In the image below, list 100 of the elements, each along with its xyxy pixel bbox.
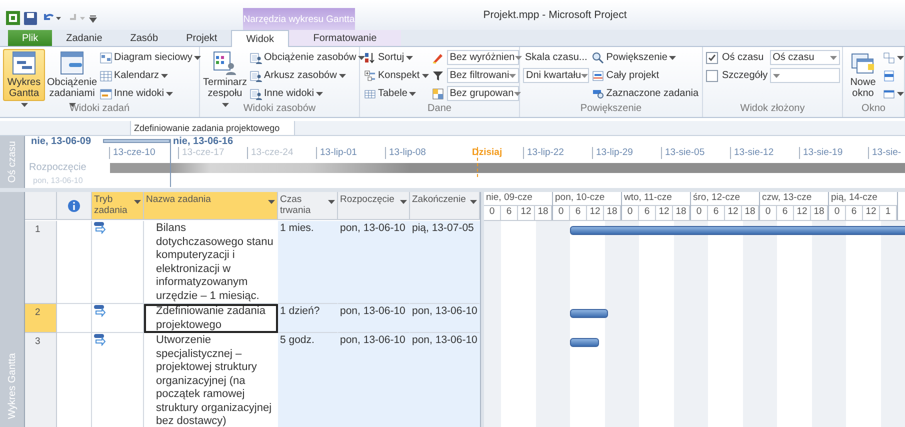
caret-icon <box>400 200 407 204</box>
column-header[interactable]: Czas trwania <box>278 192 338 220</box>
field-label: Skala czasu... <box>524 51 588 65</box>
fit-project-icon <box>592 70 604 82</box>
dropdown-field[interactable]: Dni kwartału <box>523 68 589 83</box>
check-icon <box>708 54 716 62</box>
split-window-icon <box>883 70 895 82</box>
ribbon-button[interactable]: Powiększenie <box>591 49 700 66</box>
info-icon <box>68 200 80 212</box>
table-icon <box>100 88 112 100</box>
ribbon-button[interactable]: Cały projekt <box>591 67 700 84</box>
hour-header: 18 <box>811 206 828 220</box>
gantt-chart-icon <box>12 51 36 75</box>
row-number[interactable]: 2 <box>25 304 57 333</box>
column-header[interactable]: Nazwa zadania <box>144 192 278 220</box>
checkbox[interactable]: Szczegóły <box>706 67 768 84</box>
dropdown-field[interactable]: Bez wyróżnien <box>446 50 519 65</box>
sort-icon <box>364 52 376 64</box>
start-label: Rozpoczęcie <box>29 162 86 173</box>
ribbon-tab[interactable]: Zasób <box>116 30 172 46</box>
ribbon-button[interactable]: Zaznaczone zadania <box>591 85 700 102</box>
task-name-cell: Bilans dotychczasowego stanu komputeryzacji i elektronizacji w informatyzowanym urzędzie – 1 miesiąc. <box>144 221 278 304</box>
caret-icon <box>772 74 780 78</box>
group-icon <box>432 88 444 100</box>
hour-header: 18 <box>742 206 759 220</box>
hour-header: 1 <box>880 206 897 220</box>
hour-header: 18 <box>604 206 621 220</box>
timeline-tick: 13-lip-01 <box>316 147 385 159</box>
row-number[interactable]: 3 <box>25 333 57 427</box>
timeline-tick: 13-sie-19 <box>799 147 868 159</box>
table-chart-icon <box>60 51 84 75</box>
ribbon-button[interactable]: Inne widoki <box>99 85 202 102</box>
group-label: Dane <box>428 103 452 116</box>
ribbon-tab[interactable]: Widok <box>231 30 289 47</box>
hour-header: 12 <box>518 206 535 220</box>
view-button[interactable]: Obciążenie zadaniami <box>47 49 97 101</box>
column-header[interactable]: Tryb zadania <box>92 192 144 220</box>
window-title: Projekt.mpp - Microsoft Project <box>482 8 628 23</box>
caret-icon <box>581 74 588 78</box>
column-header[interactable] <box>57 192 92 220</box>
person-sheet-icon <box>250 52 262 64</box>
hour-header: 0 <box>553 206 570 220</box>
gantt-bar[interactable] <box>570 309 608 318</box>
timeline-range-handle[interactable] <box>103 139 170 143</box>
person-sheet-icon <box>250 88 262 100</box>
dropdown-field[interactable]: Bez filtrowani <box>446 68 519 83</box>
day-header: śro, 12-cze <box>691 192 759 206</box>
ribbon-tab[interactable]: Projekt <box>172 30 232 46</box>
group-label: Powiększenie <box>580 103 642 116</box>
view-button[interactable]: Nowe okno <box>846 49 880 101</box>
hour-header: 6 <box>570 206 587 220</box>
timeline-tick: 13-sie-05 <box>661 147 730 159</box>
hour-header: 12 <box>587 206 604 220</box>
timeline-tick: 13-lip-08 <box>385 147 454 159</box>
gantt-bar[interactable] <box>570 338 599 347</box>
duration-cell: 1 dzień? <box>278 304 338 333</box>
save-icon[interactable] <box>24 12 37 24</box>
entry-field[interactable]: Zdefiniowanie zadania projektowego <box>130 121 295 135</box>
ribbon-tab[interactable]: Zadanie <box>52 30 116 46</box>
timeline-tick: 13-sie-12 <box>730 147 799 159</box>
day-header: pon, 10-cze <box>553 192 621 206</box>
person-sheet-icon <box>250 70 262 82</box>
finish-cell: pon, 13-06-10 <box>410 304 480 333</box>
context-tab-header: Narzędzia wykresu Gantta <box>243 8 355 30</box>
column-header[interactable]: Zakończenie <box>410 192 480 220</box>
customize-menu-icon[interactable] <box>89 13 97 23</box>
group-label: Widoki zasobów <box>243 103 316 116</box>
column-header[interactable]: Rozpoczęcie <box>338 192 410 220</box>
view-button[interactable]: Terminarz zespołu <box>203 49 247 101</box>
start-date: pon, 13-06-10 <box>33 176 83 185</box>
ribbon-button[interactable]: Kalendarz <box>99 67 202 84</box>
ribbon-tab[interactable]: Formatowanie <box>288 30 401 46</box>
caret-icon <box>514 56 522 60</box>
hour-header: 6 <box>501 206 518 220</box>
row-number[interactable]: 1 <box>25 221 57 304</box>
dropdown-field[interactable]: Bez grupowan <box>446 86 519 101</box>
magnifier-icon <box>592 52 604 64</box>
view-side-label: Wykres Gantta <box>0 192 25 427</box>
ribbon-tab[interactable]: Plik <box>8 30 52 46</box>
duration-cell: 5 godz. <box>278 333 338 427</box>
range-start: nie, 13-06-09 <box>31 136 92 147</box>
checkbox[interactable]: Oś czasu <box>706 49 768 66</box>
highlighter-icon <box>432 52 444 64</box>
group-label: Widoki zadań <box>69 103 130 116</box>
timeline-tick: 13-cze-10 <box>109 147 178 159</box>
day-header: pią, 14-cze <box>829 192 897 206</box>
hour-header: 0 <box>829 206 846 220</box>
dropdown-field[interactable]: Oś czasu <box>770 50 840 65</box>
timeline-tick: 13-lip-22 <box>523 147 592 159</box>
hour-header: 6 <box>708 206 725 220</box>
caret-icon <box>509 74 516 78</box>
finish-cell: pon, 13-06-10 <box>410 333 480 427</box>
hour-header: 0 <box>484 206 501 220</box>
dropdown-field[interactable] <box>770 68 840 83</box>
hour-header: 0 <box>622 206 639 220</box>
start-cell: pon, 13-06-10 <box>338 333 410 427</box>
ribbon-button[interactable]: Diagram sieciowy <box>99 49 202 66</box>
today-marker: Dzisiaj <box>472 147 502 158</box>
table-icon <box>364 88 376 100</box>
group-label: Okno <box>862 103 886 116</box>
